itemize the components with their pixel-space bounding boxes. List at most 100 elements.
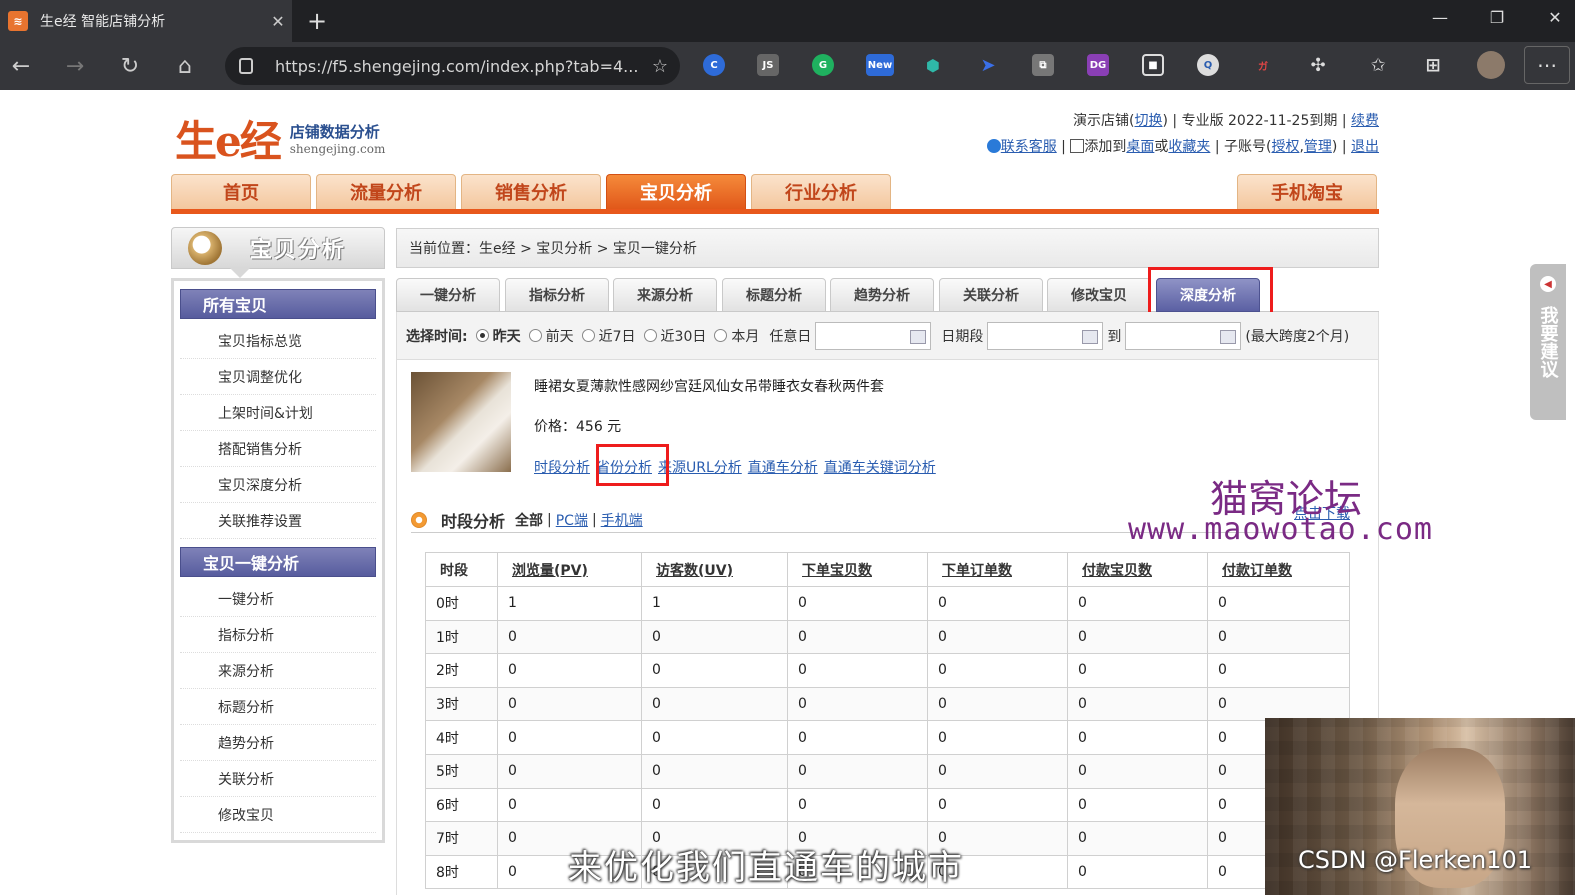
sidebar-item[interactable]: 一键分析 [180, 581, 376, 617]
forward-icon[interactable]: → [60, 52, 90, 80]
suggest-button[interactable]: ◀ 我要建议 [1530, 264, 1566, 420]
table-cell: 0 [1067, 686, 1208, 722]
renew-link[interactable]: 续费 [1351, 113, 1379, 129]
sidebar-item[interactable]: 关联分析 [180, 761, 376, 797]
th-pv[interactable]: 浏览量(PV) [497, 552, 642, 587]
sidebar-item[interactable]: 宝贝指标总览 [180, 323, 376, 359]
extension-c-icon[interactable]: C [703, 54, 725, 76]
tab-metrics[interactable]: 指标分析 [505, 278, 609, 312]
magnifier-icon [188, 231, 222, 265]
sidebar-item[interactable]: 上架时间&计划 [180, 395, 376, 431]
logout-link[interactable]: 退出 [1351, 139, 1379, 155]
filter-all[interactable]: 全部 [515, 510, 543, 530]
radio-yesterday[interactable] [475, 329, 489, 342]
new-tab-button[interactable]: + [302, 6, 332, 36]
address-bar[interactable]: https://f5.shengejing.com/index.php?tab=… [225, 47, 680, 85]
table-cell: 0 [1067, 720, 1208, 755]
sidebar-item[interactable]: 来源分析 [180, 653, 376, 689]
th-hour: 时段 [425, 552, 498, 587]
window-close-icon[interactable]: ✕ [1540, 8, 1570, 27]
radio-this-month[interactable] [714, 329, 728, 342]
tab-close-icon[interactable]: ✕ [264, 12, 292, 31]
date-start-input[interactable] [987, 321, 1104, 350]
link-time-analysis[interactable]: 时段分析 [534, 460, 590, 476]
sidebar-item[interactable]: 关联推荐设置 [180, 503, 376, 539]
tab-trend[interactable]: 趋势分析 [830, 278, 934, 312]
tab-source[interactable]: 来源分析 [613, 278, 717, 312]
extension-search-icon[interactable]: Q [1197, 54, 1219, 76]
link-ztc-analysis[interactable]: 直通车分析 [748, 460, 818, 476]
contact-service-link[interactable]: 联系客服 [1001, 139, 1057, 155]
browser-tab[interactable]: ≋ 生e经 智能店铺分析 ✕ [0, 0, 292, 42]
nav-industry[interactable]: 行业分析 [751, 174, 891, 209]
nav-sales[interactable]: 销售分析 [461, 174, 601, 209]
sidebar-item[interactable]: 修改宝贝 [180, 797, 376, 833]
th-order-items[interactable]: 下单宝贝数 [787, 552, 928, 587]
link-ztc-keyword-analysis[interactable]: 直通车关键词分析 [824, 460, 936, 476]
nav-mobile-taobao[interactable]: 手机淘宝 [1237, 174, 1377, 209]
table-cell: 1时 [425, 619, 498, 655]
sidebar-item[interactable]: 指标分析 [180, 617, 376, 653]
restore-icon[interactable]: ❐ [1482, 8, 1512, 27]
th-paid-orders[interactable]: 付款订单数 [1207, 552, 1350, 587]
date-end-input[interactable] [1125, 321, 1242, 350]
tab-association[interactable]: 关联分析 [939, 278, 1043, 312]
nav-product-analysis[interactable]: 宝贝分析 [606, 174, 746, 209]
filter-mobile[interactable]: 手机端 [601, 510, 643, 530]
profile-avatar[interactable] [1477, 51, 1505, 79]
table-cell: 0 [641, 753, 788, 789]
th-orders[interactable]: 下单订单数 [927, 552, 1068, 587]
extension-red-icon[interactable]: ガ [1252, 54, 1274, 76]
product-image[interactable] [411, 372, 511, 472]
sidebar-item[interactable]: 宝贝调整优化 [180, 359, 376, 395]
tab-title[interactable]: 标题分析 [722, 278, 826, 312]
collections-icon[interactable]: ⊞ [1422, 54, 1444, 76]
minimize-icon[interactable]: — [1425, 8, 1455, 27]
favorite-star-icon[interactable]: ☆ [640, 56, 680, 77]
extension-copy-icon[interactable]: ⧉ [1032, 54, 1054, 76]
nav-traffic[interactable]: 流量分析 [316, 174, 456, 209]
sidebar-group-all[interactable]: 所有宝贝 [180, 289, 376, 319]
suggest-label: 我要建议 [1537, 306, 1559, 378]
site-logo[interactable]: 生e经 店铺数据分析 shengejing.com [175, 108, 385, 169]
th-paid-items[interactable]: 付款宝贝数 [1067, 552, 1208, 587]
sidebar-item[interactable]: 趋势分析 [180, 725, 376, 761]
extension-js-icon[interactable]: JS [757, 54, 779, 76]
sidebar-item[interactable]: 宝贝深度分析 [180, 467, 376, 503]
extension-arrow-icon[interactable]: ➤ [977, 54, 999, 76]
reload-icon[interactable]: ↻ [115, 52, 145, 80]
back-icon[interactable]: ← [6, 52, 36, 80]
manage-link[interactable]: 管理 [1304, 139, 1332, 155]
extensions-puzzle-icon[interactable]: ✣ [1307, 54, 1329, 76]
nav-home[interactable]: 首页 [171, 174, 311, 209]
extension-square-icon[interactable]: ■ [1142, 54, 1164, 76]
sidebar-group-oneclick[interactable]: 宝贝一键分析 [180, 547, 376, 577]
authorize-link[interactable]: 授权 [1271, 139, 1299, 155]
switch-shop-link[interactable]: 切换 [1134, 113, 1162, 129]
more-menu-icon[interactable]: ⋯ [1524, 46, 1570, 84]
th-uv[interactable]: 访客数(UV) [641, 552, 788, 587]
tab-one-click[interactable]: 一键分析 [396, 278, 500, 312]
sidebar-item[interactable]: 搭配销售分析 [180, 431, 376, 467]
table-cell: 0 [1067, 653, 1208, 688]
radio-30days[interactable] [643, 329, 657, 342]
main-nav: 首页 流量分析 销售分析 宝贝分析 行业分析 手机淘宝 [171, 174, 1379, 214]
video-subtitle: 来优化我们直通车的城市 [568, 848, 964, 888]
radio-day-before[interactable] [528, 329, 542, 342]
tab-edit-product[interactable]: 修改宝贝 [1047, 278, 1151, 312]
extension-hex-icon[interactable]: ⬢ [922, 54, 944, 76]
url-text: https://f5.shengejing.com/index.php?tab=… [275, 56, 639, 76]
filter-pc[interactable]: PC端 [556, 510, 588, 530]
link-source-url-analysis[interactable]: 来源URL分析 [658, 460, 742, 476]
any-day-input[interactable] [815, 321, 932, 350]
sidebar-item[interactable]: 标题分析 [180, 689, 376, 725]
add-desktop-link[interactable]: 桌面 [1126, 139, 1154, 155]
home-icon[interactable]: ⌂ [170, 52, 200, 80]
extension-new-icon[interactable]: New [866, 54, 894, 76]
extension-dg-icon[interactable]: DG [1087, 54, 1109, 76]
table-row: 1时 0 0 0 0 0 0 [425, 619, 1350, 655]
extension-grammarly-icon[interactable]: G [812, 54, 834, 76]
radio-7days[interactable] [581, 329, 595, 342]
favorites-icon[interactable]: ✩ [1367, 54, 1389, 76]
add-favorites-link[interactable]: 收藏夹 [1168, 139, 1210, 155]
